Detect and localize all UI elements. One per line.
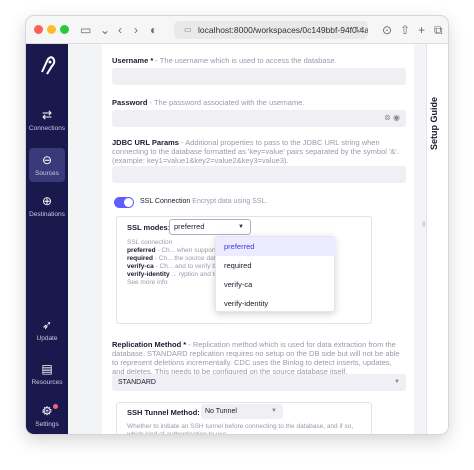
lock-icon: ▭: [184, 25, 192, 34]
ssh-tunnel-panel: SSH Tunnel Method: No Tunnel ▼ Whether t…: [116, 402, 372, 434]
sidebar: ⇄ Connections ⊖ Sources ⊕ Destinations ➶…: [26, 44, 68, 434]
password-field[interactable]: ⊚ ◉: [112, 110, 406, 127]
sidebar-item-label: Settings: [35, 421, 59, 428]
chevron-down-icon[interactable]: ⌄: [100, 21, 110, 39]
new-tab-icon[interactable]: +: [418, 21, 425, 39]
ssh-tunnel-label: SSH Tunnel Method:: [127, 408, 200, 417]
forward-icon[interactable]: ›: [134, 21, 138, 39]
username-label: Username * - The username which is used …: [112, 56, 337, 65]
resize-handle-icon[interactable]: ‖: [422, 220, 425, 229]
ssl-option-verify-ca[interactable]: verify-ca: [216, 275, 336, 294]
back-icon[interactable]: ‹: [118, 21, 122, 39]
setup-guide-panel: Setup Guide: [426, 44, 448, 434]
password-label: Password - The password associated with …: [112, 98, 305, 107]
replication-method-select[interactable]: STANDARD ▼: [112, 374, 406, 391]
rocket-icon: ➶: [41, 318, 53, 332]
sidebar-item-label: Update: [36, 335, 58, 342]
ssh-tunnel-select[interactable]: No Tunnel ▼: [201, 404, 283, 419]
ssl-mode-selected: preferred: [174, 222, 205, 231]
ssl-option-verify-identity[interactable]: verify-identity: [216, 294, 336, 313]
url-bar[interactable]: ▭ localhost:8000/workspaces/0c149bbf-94f…: [174, 21, 368, 39]
airbyte-logo-icon[interactable]: [38, 56, 56, 76]
ssl-toggle[interactable]: [114, 197, 134, 208]
ssl-option-required[interactable]: required: [216, 256, 336, 275]
ssl-mode-select[interactable]: preferred ▼: [169, 219, 251, 235]
sidebar-item-sources[interactable]: ⊖ Sources: [29, 148, 65, 182]
sidebar-item-destinations[interactable]: ⊕ Destinations: [26, 194, 68, 218]
username-field[interactable]: [112, 68, 406, 85]
ssl-mode-dropdown: preferred required verify-ca verify-iden…: [215, 236, 336, 313]
minimize-window-button[interactable]: [47, 25, 56, 34]
sidebar-item-update[interactable]: ➶ Update: [26, 318, 68, 342]
sidebar-item-label: Connections: [28, 125, 66, 132]
book-icon: ▤: [41, 362, 53, 376]
sidebar-item-label: Destinations: [29, 211, 65, 218]
replication-method-label: Replication Method * - Replication metho…: [112, 340, 400, 376]
toggle-knob: [124, 198, 133, 207]
sidebar-item-label: Sources: [35, 170, 59, 177]
setup-guide-title[interactable]: Setup Guide: [429, 50, 447, 150]
sources-icon: ⊖: [41, 153, 53, 167]
browser-window: ▭ ⌄ ‹ › ◐ ▭ localhost:8000/workspaces/0c…: [26, 16, 448, 434]
maximize-window-button[interactable]: [60, 25, 69, 34]
sidebar-item-label: Resources: [31, 379, 63, 386]
sidebar-toggle-icon[interactable]: ▭: [80, 21, 91, 39]
jdbc-label: JDBC URL Params - Additional properties …: [112, 138, 399, 165]
sidebar-item-connections[interactable]: ⇄ Connections: [26, 108, 68, 132]
share-icon[interactable]: ⇧: [400, 21, 410, 39]
destinations-icon: ⊕: [41, 194, 53, 208]
connections-icon: ⇄: [41, 108, 53, 122]
sidebar-item-resources[interactable]: ▤ Resources: [26, 362, 68, 386]
password-visibility-icons[interactable]: ⊚ ◉: [384, 113, 400, 122]
jdbc-params-field[interactable]: [112, 166, 406, 183]
shield-icon[interactable]: ◐: [150, 21, 157, 39]
ssl-connection-label: SSL Connection Encrypt data using SSL.: [140, 198, 268, 205]
reload-icon[interactable]: ↻: [354, 21, 362, 39]
browser-toolbar: ▭ ⌄ ‹ › ◐ ▭ localhost:8000/workspaces/0c…: [26, 16, 448, 44]
tabs-overview-icon[interactable]: ⧉: [434, 21, 443, 39]
caret-down-icon: ▼: [394, 379, 400, 385]
version-label: dev: [41, 408, 53, 415]
caret-down-icon: ▼: [271, 408, 277, 414]
main-content: Username * - The username which is used …: [68, 44, 426, 434]
download-icon[interactable]: ⊙: [382, 21, 392, 39]
ssl-option-preferred[interactable]: preferred: [216, 237, 336, 256]
caret-down-icon: ▼: [238, 224, 244, 230]
close-window-button[interactable]: [34, 25, 43, 34]
ssl-modes-label: SSL modes:: [127, 223, 171, 232]
ssh-tunnel-description: Whether to initiate an SSH tunnel before…: [127, 423, 354, 434]
source-form: Username * - The username which is used …: [102, 44, 414, 434]
url-text: localhost:8000/workspaces/0c149bbf-94f0-…: [198, 25, 368, 35]
